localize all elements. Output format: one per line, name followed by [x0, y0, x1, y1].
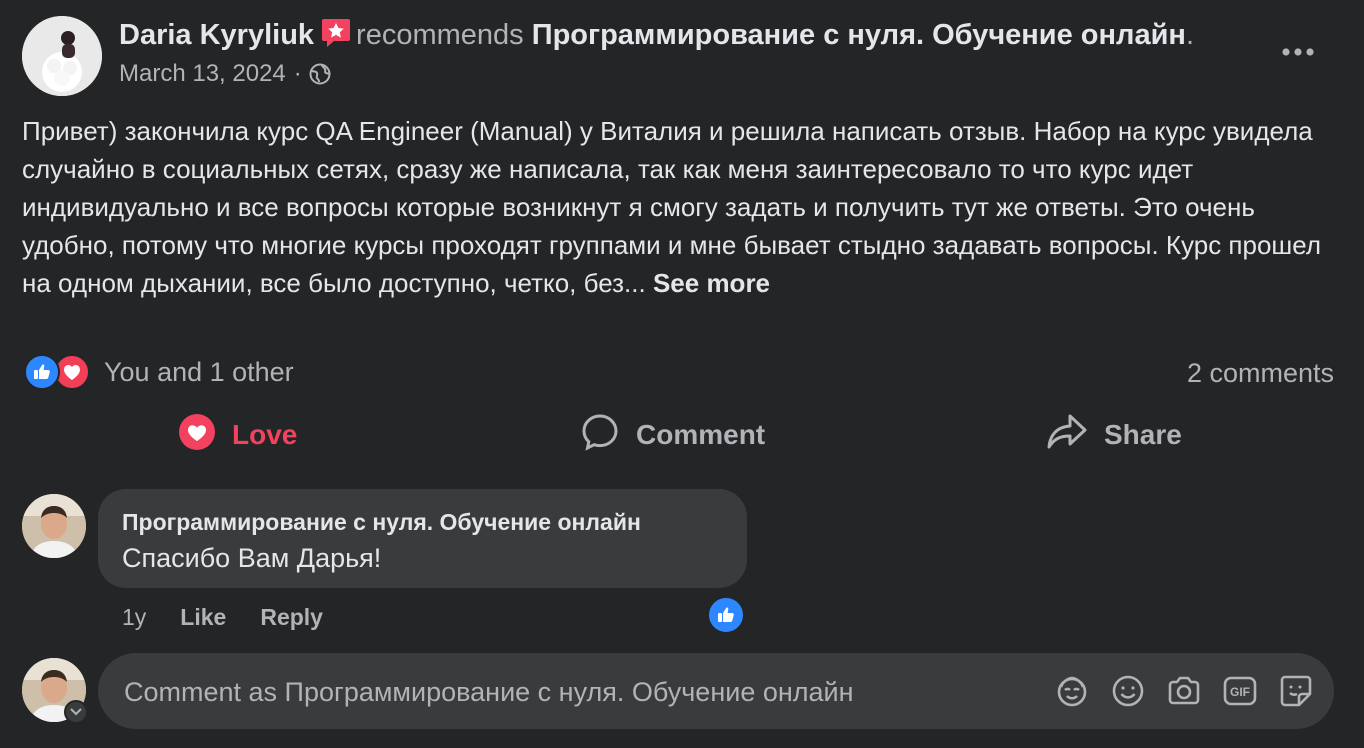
reactions-summary[interactable]: You and 1 other	[24, 352, 294, 392]
comment-bubble: Программирование с нуля. Обучение онлайн…	[98, 489, 747, 588]
comment-text: Спасибо Вам Дарья!	[122, 543, 382, 573]
love-button[interactable]: Love	[178, 408, 297, 462]
post-text: Привет) закончила курс QA Engineer (Manu…	[22, 112, 1322, 302]
page-name-suffix: .	[1185, 19, 1194, 51]
comment-like-button[interactable]: Like	[180, 602, 226, 632]
comment-reply-button[interactable]: Reply	[260, 602, 323, 632]
comment-author[interactable]: Программирование с нуля. Обучение онлайн	[122, 507, 723, 537]
post-meta: March 13, 2024 ·	[119, 58, 332, 90]
author-avatar[interactable]	[22, 16, 102, 96]
recommends-label: recommends	[356, 19, 524, 51]
comment-meta: 1y Like Reply	[122, 602, 323, 632]
post-date[interactable]: March 13, 2024	[119, 58, 286, 90]
see-more-link[interactable]: See more	[653, 268, 770, 298]
avatar-sticker-icon[interactable]	[1054, 673, 1090, 709]
comment-composer: GIF	[98, 653, 1334, 731]
chevron-down-icon[interactable]	[64, 700, 88, 724]
reaction-summary-text: You and 1 other	[104, 356, 294, 387]
love-reaction-icon	[178, 413, 232, 458]
post-card: Daria Kyryliuk recommends Программирован…	[0, 0, 1364, 748]
globe-icon	[308, 62, 332, 86]
comment-label: Comment	[636, 419, 766, 450]
page-name-link[interactable]: Программирование с нуля. Обучение онлайн	[532, 19, 1186, 51]
camera-icon[interactable]	[1166, 673, 1202, 709]
sticker-icon[interactable]	[1278, 673, 1314, 709]
action-bar: Love Comment Share	[0, 408, 1364, 462]
author-name[interactable]: Daria Kyryliuk	[119, 19, 314, 51]
svg-text:GIF: GIF	[1230, 685, 1250, 699]
emoji-icon[interactable]	[1110, 673, 1146, 709]
gif-icon[interactable]: GIF	[1222, 673, 1258, 709]
share-arrow-icon	[1046, 412, 1104, 459]
comments-count[interactable]: 2 comments	[1187, 353, 1334, 393]
comment-button[interactable]: Comment	[580, 408, 765, 462]
meta-separator: ·	[293, 60, 302, 87]
like-icon	[24, 354, 60, 390]
post-header: Daria Kyryliuk recommends Программирован…	[119, 16, 1194, 54]
comment-bubble-icon	[580, 412, 636, 459]
comment-like-reaction-icon[interactable]	[707, 596, 745, 634]
recommendation-icon	[320, 16, 352, 48]
comment-age[interactable]: 1y	[122, 602, 146, 632]
share-label: Share	[1104, 419, 1182, 450]
more-options-icon[interactable]	[1278, 32, 1318, 72]
comment-input[interactable]	[122, 653, 1026, 731]
share-button[interactable]: Share	[1046, 408, 1182, 462]
love-label: Love	[232, 419, 298, 450]
commenter-avatar[interactable]	[22, 494, 86, 558]
